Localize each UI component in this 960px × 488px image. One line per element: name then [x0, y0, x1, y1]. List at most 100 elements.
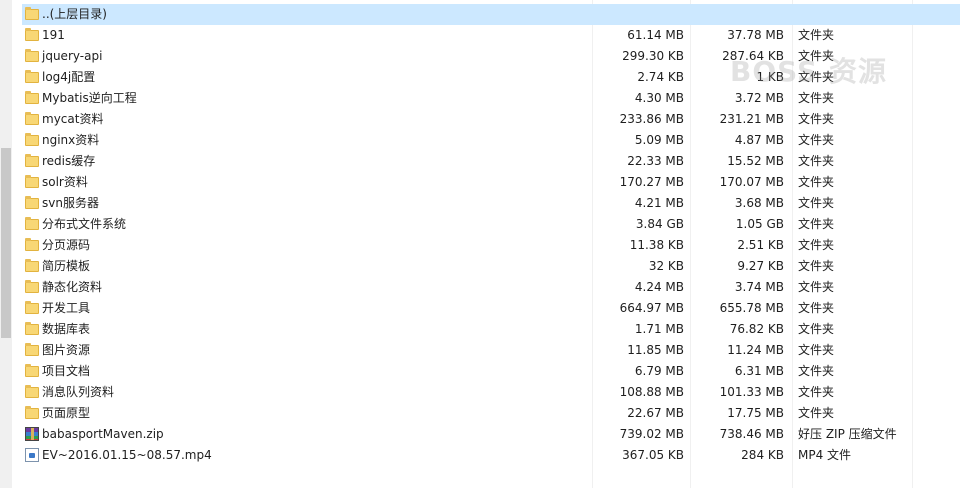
file-name: 数据库表	[42, 322, 91, 336]
file-type: 文件夹	[798, 91, 835, 105]
file-type: 文件夹	[798, 112, 835, 126]
folder-icon	[25, 364, 39, 378]
file-type: MP4 文件	[798, 448, 852, 462]
file-row[interactable]: log4j配置 2.74 KB 1 KB 文件夹	[22, 67, 960, 88]
packed-size: 170.07 MB	[719, 175, 784, 189]
packed-size: 1 KB	[756, 70, 784, 84]
file-row[interactable]: 开发工具 664.97 MB 655.78 MB 文件夹	[22, 298, 960, 319]
folder-icon	[25, 28, 39, 42]
file-name: 项目文档	[42, 364, 91, 378]
file-name: 页面原型	[42, 406, 91, 420]
file-type: 文件夹	[798, 364, 835, 378]
folder-icon	[25, 217, 39, 231]
file-row[interactable]: jquery-api 299.30 KB 287.64 KB 文件夹	[22, 46, 960, 67]
file-type: 文件夹	[798, 238, 835, 252]
zip-archive-icon	[25, 427, 39, 441]
folder-icon	[25, 154, 39, 168]
folder-icon	[25, 385, 39, 399]
packed-size: 4.87 MB	[734, 133, 784, 147]
file-type: 文件夹	[798, 49, 835, 63]
file-name: babasportMaven.zip	[42, 427, 164, 441]
file-row[interactable]: 消息队列资料 108.88 MB 101.33 MB 文件夹	[22, 382, 960, 403]
file-name: svn服务器	[42, 196, 99, 210]
folder-icon	[25, 7, 39, 21]
packed-size: 101.33 MB	[719, 385, 784, 399]
file-name: 简历模板	[42, 259, 91, 273]
packed-size: 2.51 KB	[737, 238, 784, 252]
file-name: mycat资料	[42, 112, 104, 126]
file-name: 191	[42, 28, 65, 42]
file-type: 文件夹	[798, 70, 835, 84]
file-name: nginx资料	[42, 133, 100, 147]
file-name: 开发工具	[42, 301, 91, 315]
packed-size: 3.74 MB	[734, 280, 784, 294]
file-list: ..(上层目录) 191 61.14 MB 37.78 MB 文件夹 jquery-api…	[22, 4, 960, 466]
file-row[interactable]: solr资料 170.27 MB 170.07 MB 文件夹	[22, 172, 960, 193]
packed-size: 231.21 MB	[719, 112, 784, 126]
file-row[interactable]: redis缓存 22.33 MB 15.52 MB 文件夹	[22, 151, 960, 172]
file-type: 文件夹	[798, 133, 835, 147]
file-type: 文件夹	[798, 280, 835, 294]
folder-icon	[25, 259, 39, 273]
folder-icon	[25, 406, 39, 420]
file-row[interactable]: mycat资料 233.86 MB 231.21 MB 文件夹	[22, 109, 960, 130]
file-type: 文件夹	[798, 301, 835, 315]
file-name: 静态化资料	[42, 280, 103, 294]
file-type: 文件夹	[798, 175, 835, 189]
packed-size: 738.46 MB	[719, 427, 784, 441]
packed-size: 17.75 MB	[727, 406, 784, 420]
file-name: ..(上层目录)	[42, 7, 107, 21]
file-type: 好压 ZIP 压缩文件	[798, 427, 897, 441]
packed-size: 3.68 MB	[734, 196, 784, 210]
file-row[interactable]: 分布式文件系统 3.84 GB 1.05 GB 文件夹	[22, 214, 960, 235]
file-type: 文件夹	[798, 385, 835, 399]
file-row[interactable]: 191 61.14 MB 37.78 MB 文件夹	[22, 25, 960, 46]
file-name: log4j配置	[42, 70, 96, 84]
file-name: jquery-api	[42, 49, 103, 63]
file-type: 文件夹	[798, 196, 835, 210]
file-name: 分布式文件系统	[42, 217, 127, 231]
folder-icon	[25, 322, 39, 336]
file-type: 文件夹	[798, 28, 835, 42]
folder-icon	[25, 301, 39, 315]
file-row[interactable]: 简历模板 32 KB 9.27 KB 文件夹	[22, 256, 960, 277]
file-type: 文件夹	[798, 259, 835, 273]
packed-size: 287.64 KB	[722, 49, 784, 63]
folder-icon	[25, 91, 39, 105]
file-type: 文件夹	[798, 322, 835, 336]
packed-size: 76.82 KB	[729, 322, 784, 336]
file-row[interactable]: EV~2016.01.15~08.57.mp4 367.05 KB 284 KB MP…	[22, 445, 960, 466]
file-row[interactable]: svn服务器 4.21 MB 3.68 MB 文件夹	[22, 193, 960, 214]
file-row[interactable]: babasportMaven.zip 739.02 MB 738.46 MB 好压 Z…	[22, 424, 960, 445]
folder-icon	[25, 196, 39, 210]
packed-size: 655.78 MB	[719, 301, 784, 315]
file-name: 分页源码	[42, 238, 91, 252]
folder-icon	[25, 175, 39, 189]
vertical-scrollbar[interactable]	[0, 0, 12, 488]
file-row[interactable]: 数据库表 1.71 MB 76.82 KB 文件夹	[22, 319, 960, 340]
file-name: Mybatis逆向工程	[42, 91, 137, 105]
folder-icon	[25, 112, 39, 126]
folder-icon	[25, 238, 39, 252]
file-row[interactable]: 页面原型 22.67 MB 17.75 MB 文件夹	[22, 403, 960, 424]
file-name: 图片资源	[42, 343, 91, 357]
file-row[interactable]: ..(上层目录)	[22, 4, 960, 25]
file-row[interactable]: 图片资源 11.85 MB 11.24 MB 文件夹	[22, 340, 960, 361]
packed-size: 9.27 KB	[737, 259, 784, 273]
packed-size: 15.52 MB	[727, 154, 784, 168]
folder-icon	[25, 133, 39, 147]
folder-icon	[25, 49, 39, 63]
packed-size: 3.72 MB	[734, 91, 784, 105]
file-name: EV~2016.01.15~08.57.mp4	[42, 448, 212, 462]
folder-icon	[25, 70, 39, 84]
packed-size: 37.78 MB	[727, 28, 784, 42]
file-row[interactable]: Mybatis逆向工程 4.30 MB 3.72 MB 文件夹	[22, 88, 960, 109]
file-row[interactable]: 静态化资料 4.24 MB 3.74 MB 文件夹	[22, 277, 960, 298]
video-file-icon	[25, 448, 39, 462]
file-row[interactable]: 分页源码 11.38 KB 2.51 KB 文件夹	[22, 235, 960, 256]
file-name: 消息队列资料	[42, 385, 115, 399]
file-row[interactable]: 项目文档 6.79 MB 6.31 MB 文件夹	[22, 361, 960, 382]
file-row[interactable]: nginx资料 5.09 MB 4.87 MB 文件夹	[22, 130, 960, 151]
scrollbar-thumb[interactable]	[1, 148, 11, 338]
file-type: 文件夹	[798, 406, 835, 420]
